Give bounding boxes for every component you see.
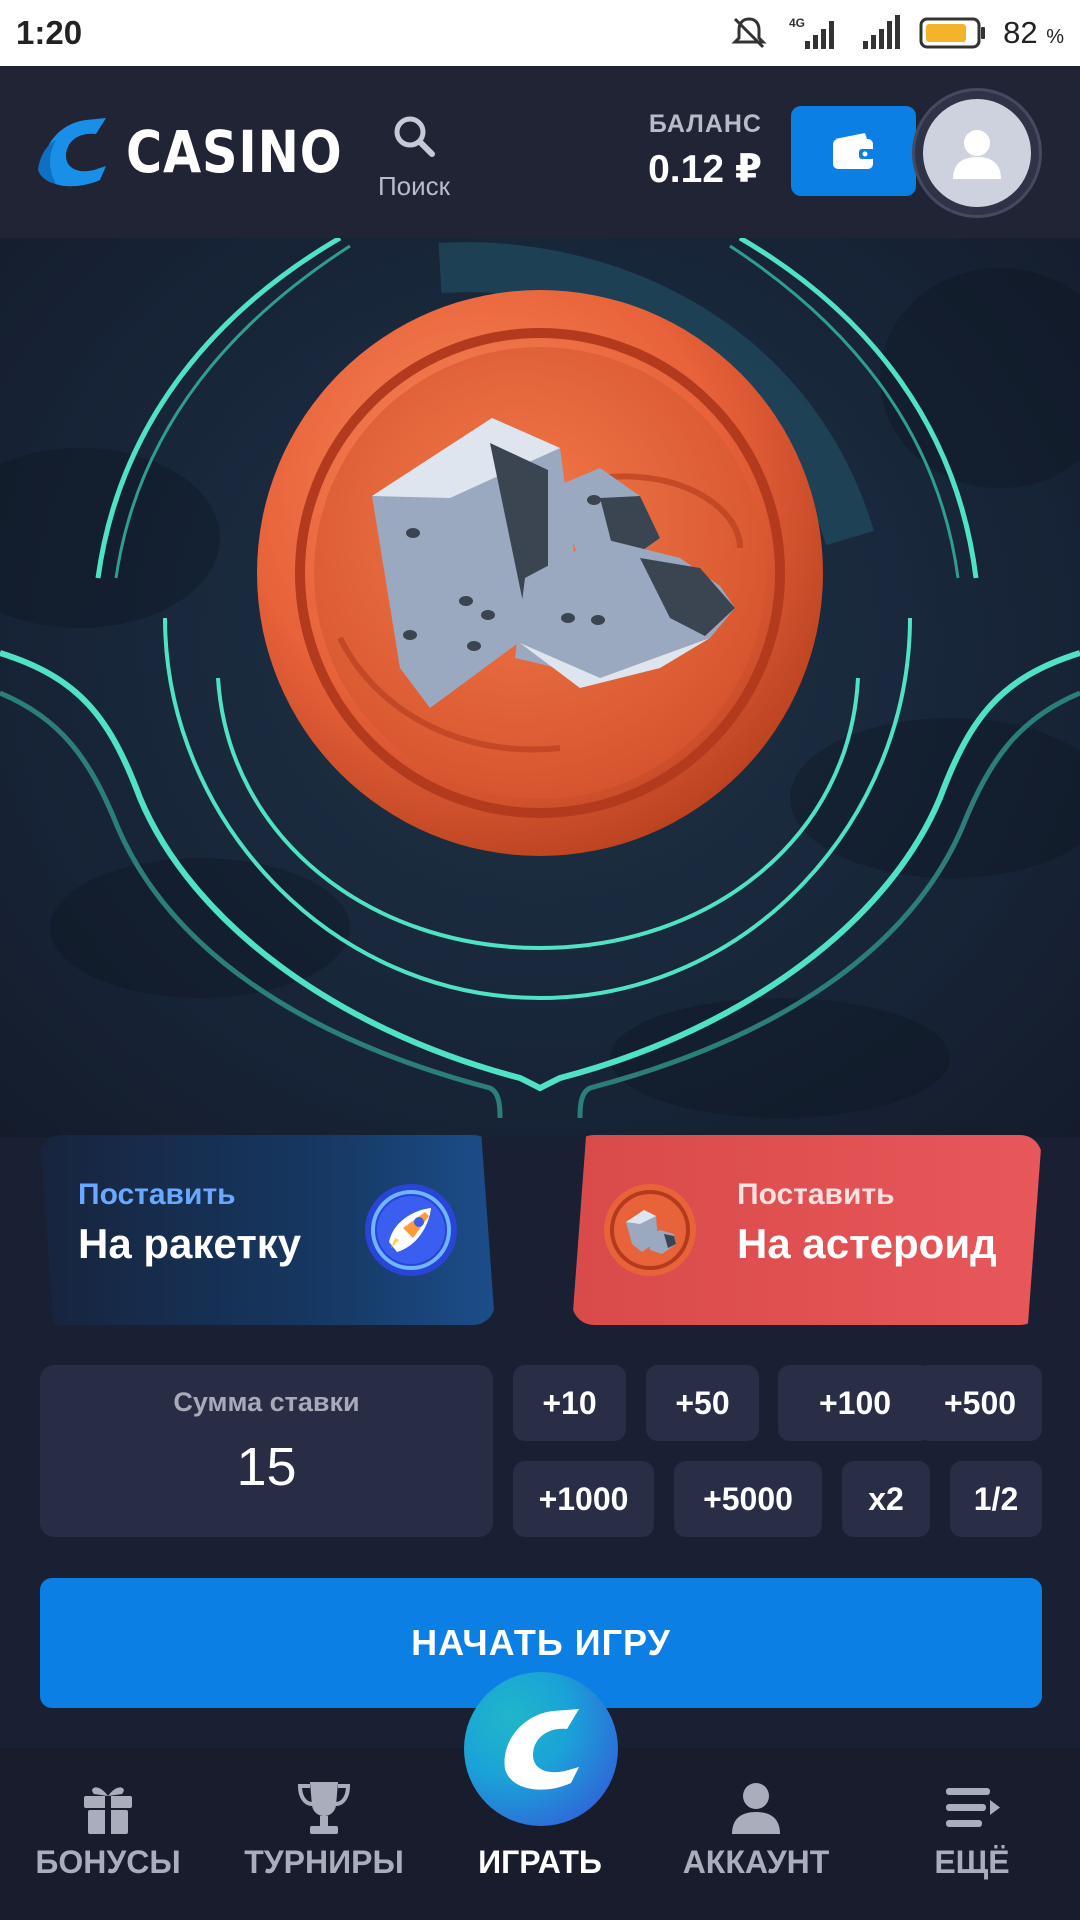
play-fab-button[interactable] [464,1672,618,1826]
search-button[interactable]: Поиск [352,114,476,202]
bet-asteroid-big: На астероид [737,1220,997,1267]
bet-rocket-small: Поставить [78,1178,236,1211]
mute-icon [731,17,767,49]
nav-item-more[interactable]: ЕЩЁ [872,1748,1072,1920]
chip-plus-500[interactable]: +500 [918,1365,1042,1441]
chip-plus-50[interactable]: +50 [646,1365,759,1441]
menu-icon [946,1788,1000,1827]
logo-icon [38,118,106,187]
rocket-icon [365,1184,457,1276]
play-logo-icon [504,1709,579,1790]
chip-plus-1000[interactable]: +1000 [513,1461,654,1537]
wallet-icon [832,133,875,169]
logo-text: CASINO [126,118,343,186]
chip-half[interactable]: 1/2 [950,1461,1042,1537]
bet-asteroid-button[interactable]: Поставить На астероид [572,1135,1042,1325]
network-label: 4G [789,16,805,30]
nav-label-bonuses: БОНУСЫ [35,1844,181,1880]
chip-plus-10[interactable]: +10 [513,1365,626,1441]
user-icon [953,130,1001,179]
trophy-icon [297,1782,351,1834]
nav-item-tournaments[interactable]: ТУРНИРЫ [224,1748,424,1920]
casino-logo[interactable]: CASINO [36,114,381,190]
balance-value: 0.12 ₽ [648,148,762,191]
stake-value: 15 [236,1437,297,1497]
stake-amount-field[interactable]: Сумма ставки 15 [40,1365,493,1537]
balance-label: БАЛАНС [648,110,762,138]
nav-item-account[interactable]: АККАУНТ [656,1748,856,1920]
nav-label-more: ЕЩЁ [934,1844,1010,1880]
status-time: 1:20 [16,14,83,51]
signal-icon: 4G [789,16,835,49]
search-label: Поиск [377,171,451,201]
asteroid-coin-small-icon [604,1184,696,1276]
game-area [0,238,1080,1138]
stake-label: Сумма ставки [173,1387,360,1417]
balance: БАЛАНС 0.12 ₽ [648,110,762,192]
status-icons: 4G 82 % [729,13,1064,53]
nav-label-tournaments: ТУРНИРЫ [244,1844,404,1880]
chip-plus-100[interactable]: +100 [778,1365,932,1441]
gift-icon [84,1787,132,1834]
chip-x2[interactable]: x2 [842,1461,930,1537]
nav-label-play: ИГРАТЬ [478,1844,602,1880]
wallet-button[interactable] [791,106,916,196]
app-header: CASINO Поиск БАЛАНС 0.12 ₽ [0,66,1080,238]
bet-rocket-big: На ракетку [78,1220,302,1267]
battery-icon [919,17,986,49]
account-icon [732,1783,780,1834]
chip-plus-5000[interactable]: +5000 [674,1461,822,1537]
game-visual [0,238,1080,1119]
bet-rocket-text: Поставить На ракетку [78,1178,301,1268]
search-icon [394,116,435,157]
avatar-inner [923,99,1031,207]
status-bar: 1:20 4G 82 % [0,0,1080,66]
bet-asteroid-text: Поставить На астероид [737,1178,997,1268]
nav-label-account: АККАУНТ [682,1844,830,1880]
bet-rocket-button[interactable]: Поставить На ракетку [40,1135,495,1325]
battery-text: 82 % [1003,15,1064,50]
asteroid-coin [257,290,823,856]
bet-asteroid-small: Поставить [737,1178,895,1211]
signal-icon-2 [863,15,901,49]
avatar[interactable] [912,88,1042,218]
nav-item-bonuses[interactable]: БОНУСЫ [8,1748,208,1920]
